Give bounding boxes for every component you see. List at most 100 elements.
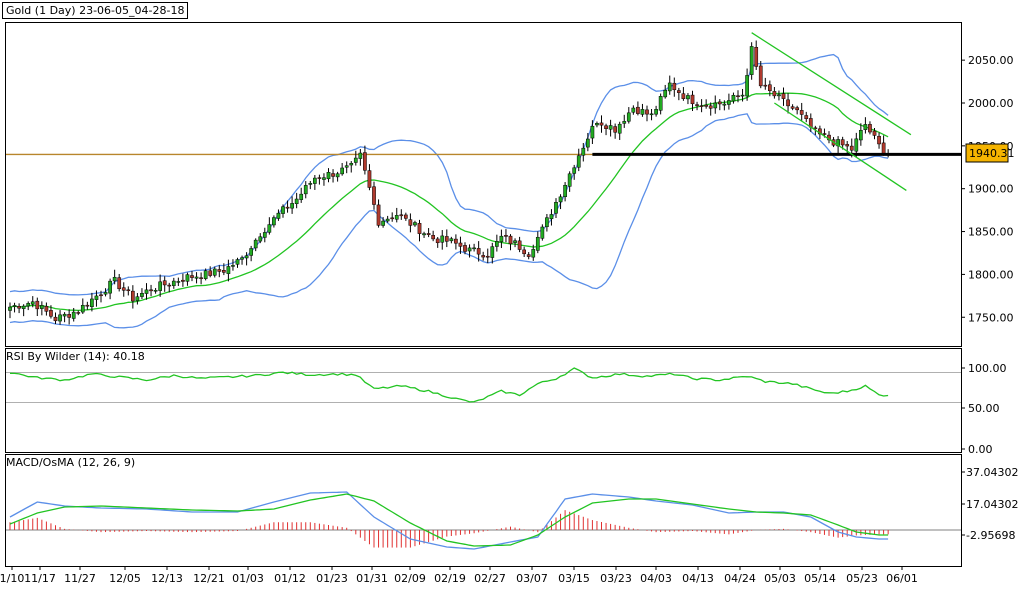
candle-body: [563, 184, 567, 197]
candle-body: [444, 236, 449, 242]
candle-body: [435, 238, 440, 244]
candle-body: [149, 289, 153, 292]
macd-title: MACD/OsMA (12, 26, 9): [6, 456, 136, 469]
candle-body: [754, 47, 759, 67]
candle-body: [713, 102, 718, 109]
candle-body: [758, 65, 763, 87]
candle-body: [863, 124, 868, 130]
candle-body: [440, 235, 445, 243]
candle-body: [504, 235, 508, 237]
candle-body: [258, 236, 263, 242]
candle-body: [8, 306, 12, 311]
candle-body: [267, 224, 272, 233]
candle-body: [681, 93, 686, 99]
candle-body: [353, 157, 358, 163]
candle-body: [294, 198, 299, 204]
candle-body: [331, 173, 335, 177]
candle-body: [162, 280, 167, 286]
macd-axis: 37.04302 17.04302 -2.95698: [961, 466, 1019, 542]
date-tick-label: 01/03: [232, 572, 264, 585]
candle-body: [222, 270, 226, 273]
candle-body: [672, 82, 677, 91]
candle-body: [76, 312, 81, 314]
candle-body: [749, 46, 754, 75]
date-tick-label: 03/23: [600, 572, 632, 585]
candle-body: [212, 268, 217, 276]
candle-body: [840, 139, 845, 146]
rsi-tick-label: 0.00: [968, 443, 993, 456]
candle-body: [203, 270, 208, 279]
candle-body: [12, 305, 17, 307]
candle-body: [226, 266, 231, 274]
price-tick-label: 1850.00: [968, 226, 1014, 239]
candle-body: [677, 90, 681, 93]
candle-body: [71, 311, 76, 319]
date-tick-label: 04/13: [682, 572, 714, 585]
candle-body: [417, 223, 422, 234]
candle-body: [822, 133, 827, 135]
candle-body: [704, 104, 708, 107]
candle-body: [394, 215, 399, 220]
candle-body: [804, 115, 809, 119]
date-tick-label: 02/09: [394, 572, 426, 585]
candle-body: [795, 107, 799, 111]
candle-body: [645, 109, 649, 115]
candle-body: [472, 247, 476, 250]
date-tick-label: 05/03: [764, 572, 796, 585]
candle-body: [649, 113, 654, 116]
date-tick-label: 04/24: [724, 572, 756, 585]
gold-chart: 2050.002000.001950.001900.001850.001800.…: [0, 22, 1019, 585]
candle-body: [185, 274, 190, 282]
candle-body: [745, 75, 749, 97]
candle-body: [458, 242, 463, 247]
price-tick-label: 2000.00: [968, 97, 1014, 110]
candle-body: [144, 289, 149, 294]
candle-body: [171, 280, 176, 286]
candle-body: [622, 121, 627, 124]
candle-body: [531, 249, 536, 258]
candle-body: [317, 177, 322, 179]
candle-body: [99, 294, 103, 297]
candle-body: [431, 235, 435, 240]
date-tick-label: 04/03: [640, 572, 672, 585]
candle-body: [613, 126, 617, 133]
candle-body: [604, 125, 608, 129]
candle-body: [231, 265, 235, 267]
candle-body: [35, 300, 40, 310]
macd-tick-label: 17.04302: [966, 498, 1019, 511]
candle-body: [44, 306, 49, 312]
candle-body: [535, 236, 540, 251]
date-tick-label: 11/17: [24, 572, 56, 585]
candle-body: [158, 281, 163, 291]
candle-body: [94, 295, 99, 300]
candle-body: [131, 290, 135, 302]
candle-body: [731, 94, 736, 102]
price-tick-label: 2050.00: [968, 54, 1014, 67]
candle-body: [663, 89, 668, 98]
candle-body: [522, 249, 526, 255]
candle-body: [790, 106, 795, 109]
candle-body: [140, 293, 144, 297]
price-tick-label: 1800.00: [968, 268, 1014, 281]
candle-body: [244, 255, 249, 259]
candle-body: [40, 305, 44, 309]
candle-body: [235, 259, 240, 265]
candle-body: [763, 84, 768, 87]
candle-body: [308, 183, 313, 185]
chart-title: Gold (1 Day) 23-06-05_04-28-18: [2, 2, 189, 19]
candle-body: [80, 305, 85, 313]
candle-body: [608, 125, 613, 130]
candle-body: [513, 240, 517, 243]
candle-body: [617, 123, 622, 134]
candle-body: [176, 281, 181, 283]
date-tick-label: 02/27: [474, 572, 506, 585]
candle-body: [490, 246, 495, 258]
date-tick-label: 01/31: [356, 572, 388, 585]
candle-body: [299, 193, 304, 200]
macd-pane-frame: [5, 454, 962, 567]
candle-body: [17, 306, 21, 309]
candle-body: [62, 313, 67, 317]
candle-body: [376, 204, 381, 226]
current-price-marker: 1940.31: [965, 143, 1015, 163]
candle-body: [872, 130, 877, 136]
